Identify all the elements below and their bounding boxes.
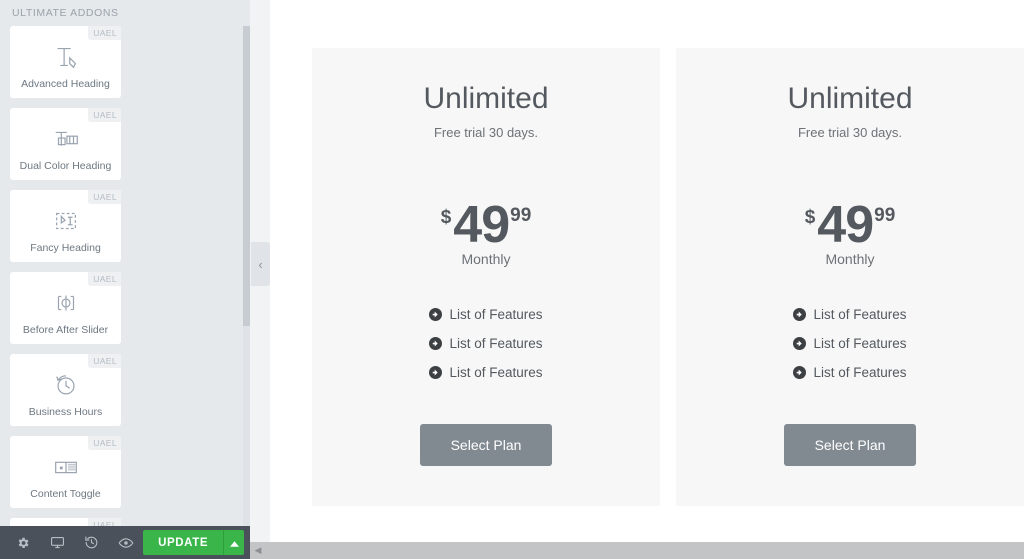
feature-label: List of Features xyxy=(813,307,907,323)
update-options-button[interactable] xyxy=(223,530,244,555)
feature-item: List of Features xyxy=(429,307,543,323)
gear-icon xyxy=(16,536,30,550)
preview-button[interactable] xyxy=(109,526,143,559)
chevron-up-icon xyxy=(229,534,239,552)
price-period: Monthly xyxy=(825,251,875,268)
widget-card-fancy-heading[interactable]: UAEL Fancy Heading xyxy=(10,190,121,262)
widget-card-before-after-slider[interactable]: UAEL Before After Slider xyxy=(10,272,121,344)
monitor-icon xyxy=(50,535,65,550)
price-fraction: 99 xyxy=(874,204,896,226)
caret-left-icon[interactable]: ◀ xyxy=(250,542,266,559)
feature-label: List of Features xyxy=(449,307,543,323)
uael-badge: UAEL xyxy=(88,26,121,40)
price-integer: 49 xyxy=(817,195,874,254)
price-currency: $ xyxy=(440,206,452,228)
arrow-circle-right-icon xyxy=(429,337,443,351)
widget-card-label: Fancy Heading xyxy=(30,241,101,254)
eye-icon xyxy=(118,535,134,551)
price-fraction: 99 xyxy=(510,204,532,226)
feature-label: List of Features xyxy=(813,336,907,352)
feature-item: List of Features xyxy=(793,307,907,323)
dual-color-heading-icon xyxy=(51,122,81,156)
widget-card-label: Business Hours xyxy=(28,405,103,418)
plan-title: Unlimited xyxy=(787,82,913,115)
feature-item: List of Features xyxy=(793,365,907,381)
price-currency: $ xyxy=(804,206,816,228)
plan-subtitle: Free trial 30 days. xyxy=(433,124,539,140)
history-icon xyxy=(84,535,99,550)
before-after-slider-icon xyxy=(51,286,81,320)
widget-card-label: Advanced Heading xyxy=(21,77,110,90)
widgets-panel: ULTIMATE ADDONS UAEL Advanced Heading UAEL… xyxy=(0,0,250,559)
feature-list: List of Features List of Features List of … xyxy=(429,307,543,381)
arrow-circle-right-icon xyxy=(793,337,807,351)
price-period: Monthly xyxy=(461,251,511,268)
feature-list: List of Features List of Features List of … xyxy=(793,307,907,381)
price-integer: 49 xyxy=(453,195,510,254)
widget-card-content-toggle[interactable]: UAEL Content Toggle xyxy=(10,436,121,508)
widget-card-advanced-heading[interactable]: UAEL Advanced Heading xyxy=(10,26,121,98)
uael-badge: UAEL xyxy=(88,436,121,450)
update-button-group: UPDATE xyxy=(143,530,244,555)
arrow-circle-right-icon xyxy=(793,366,807,380)
horizontal-scrollbar[interactable]: ◀ xyxy=(250,542,1024,559)
feature-label: List of Features xyxy=(449,336,543,352)
select-plan-button[interactable]: Select Plan xyxy=(419,424,553,467)
widget-card-business-hours[interactable]: UAEL Business Hours xyxy=(10,354,121,426)
history-button[interactable] xyxy=(75,526,109,559)
fancy-heading-icon xyxy=(51,204,81,238)
business-hours-icon xyxy=(51,368,81,402)
update-button[interactable]: UPDATE xyxy=(143,530,224,555)
responsive-mode-button[interactable] xyxy=(40,526,74,559)
uael-badge: UAEL xyxy=(88,108,121,122)
arrow-circle-right-icon xyxy=(793,308,807,322)
panel-collapse-handle[interactable]: ‹ xyxy=(251,242,270,286)
chevron-left-icon: ‹ xyxy=(258,256,263,272)
feature-label: List of Features xyxy=(449,365,543,381)
pricing-card: Unlimited Free trial 30 days. $49 99 Monthly… xyxy=(312,48,660,507)
widget-card-label: Dual Color Heading xyxy=(19,159,112,172)
panel-scrollbar-thumb[interactable] xyxy=(243,26,250,326)
select-plan-button[interactable]: Select Plan xyxy=(783,424,917,467)
feature-item: List of Features xyxy=(429,365,543,381)
pricing-table-row: Unlimited Free trial 30 days. $49 99 Monthly… xyxy=(312,48,1024,507)
editor-bottom-toolbar: UPDATE xyxy=(0,526,250,559)
feature-label: List of Features xyxy=(813,365,907,381)
plan-subtitle: Free trial 30 days. xyxy=(797,124,903,140)
panel-section-title: ULTIMATE ADDONS xyxy=(0,0,250,26)
feature-item: List of Features xyxy=(429,336,543,352)
uael-badge: UAEL xyxy=(88,190,121,204)
plan-title: Unlimited xyxy=(423,82,549,115)
price-block: $49 99 xyxy=(804,195,896,254)
widget-grid: UAEL Advanced Heading UAEL Dual Color Headi… xyxy=(0,26,250,559)
settings-button[interactable] xyxy=(6,526,40,559)
uael-badge: UAEL xyxy=(88,354,121,368)
feature-item: List of Features xyxy=(793,336,907,352)
preview-canvas: Unlimited Free trial 30 days. $49 99 Monthly… xyxy=(270,0,1024,559)
editor-window: ULTIMATE ADDONS UAEL Advanced Heading UAEL… xyxy=(0,0,1024,559)
arrow-circle-right-icon xyxy=(429,366,443,380)
widget-card-dual-color-heading[interactable]: UAEL Dual Color Heading xyxy=(10,108,121,180)
panel-vertical-scrollbar[interactable] xyxy=(243,26,250,533)
arrow-circle-right-icon xyxy=(429,308,443,322)
widget-card-label: Before After Slider xyxy=(22,323,109,336)
widget-card-label: Content Toggle xyxy=(30,487,101,500)
advanced-heading-icon xyxy=(51,40,81,74)
content-toggle-icon xyxy=(51,450,81,484)
pricing-card: Unlimited Free trial 30 days. $49 99 Monthly… xyxy=(676,48,1024,507)
price-block: $49 99 xyxy=(440,195,532,254)
uael-badge: UAEL xyxy=(88,272,121,286)
